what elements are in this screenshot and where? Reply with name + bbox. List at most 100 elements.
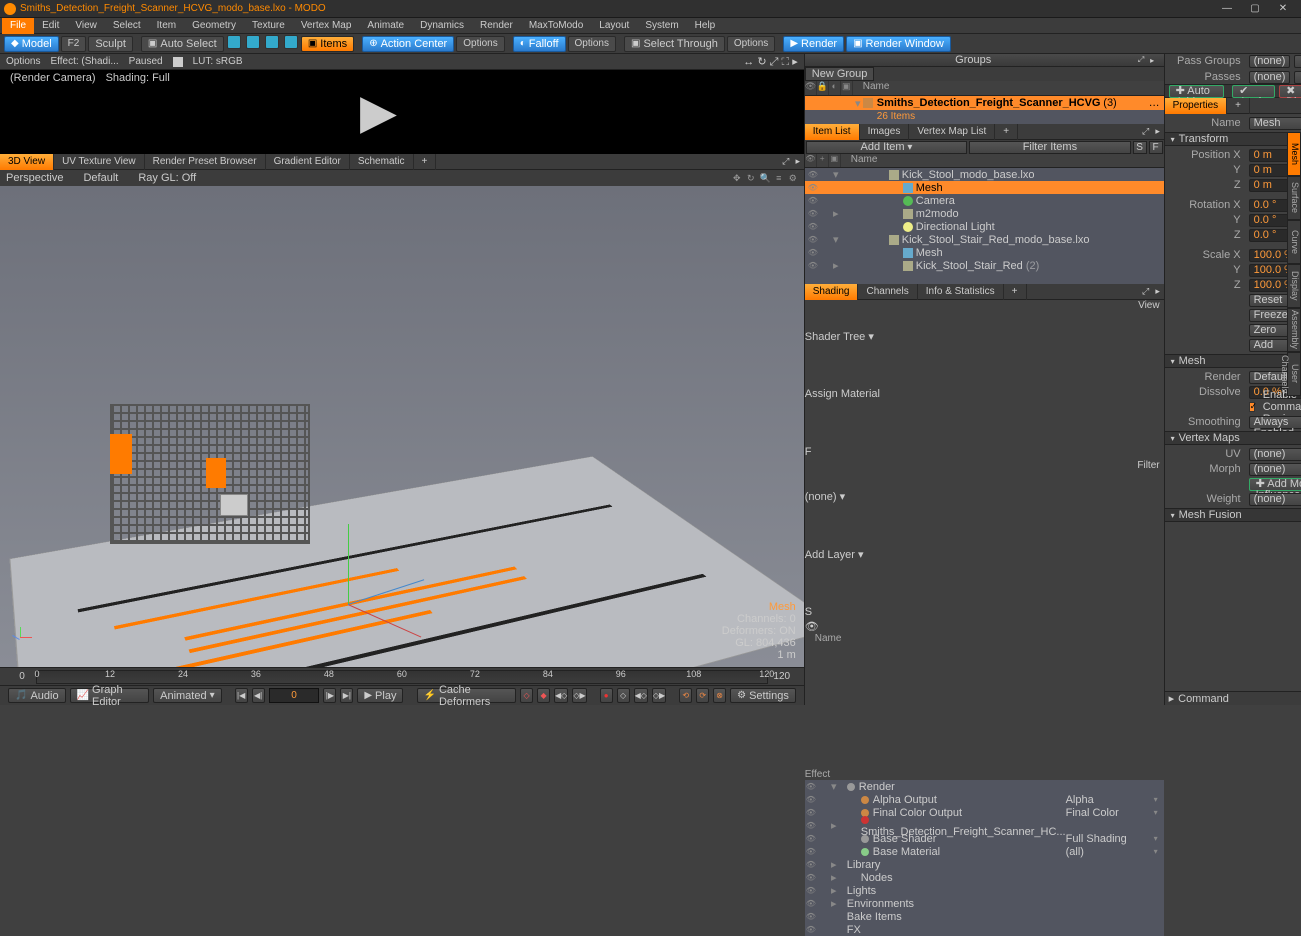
item-row[interactable]: 👁Mesh: [805, 181, 1164, 194]
filter-items-button[interactable]: Filter Items: [969, 141, 1130, 154]
timeline-scale[interactable]: 0 12 24 36 48 60 72 84 96 108 120: [36, 670, 768, 684]
viewport-raygl[interactable]: Ray GL: Off: [138, 172, 196, 184]
sidetab-surface[interactable]: Surface: [1287, 176, 1301, 220]
auto-key-icon[interactable]: ◇: [617, 688, 630, 703]
layer-s-button[interactable]: S: [805, 606, 1164, 620]
key-prev-icon[interactable]: ◀◇: [554, 688, 568, 703]
timeline-start[interactable]: 0: [8, 671, 36, 682]
record-icon[interactable]: ●: [600, 688, 613, 703]
sculpt-mode-button[interactable]: Sculpt: [88, 36, 133, 52]
tab-render-preset[interactable]: Render Preset Browser: [145, 154, 266, 170]
key-icon-2[interactable]: ◆: [537, 688, 550, 703]
shade-row[interactable]: 👁Base Material(all)▾: [805, 845, 1164, 858]
shading-popout-icon[interactable]: ⤢: [1140, 286, 1152, 297]
vp-gear-icon[interactable]: ⚙: [788, 173, 798, 183]
tab-gradient-editor[interactable]: Gradient Editor: [266, 154, 350, 170]
shading-menu-icon[interactable]: ▸: [1152, 286, 1164, 297]
shader-tree-dropdown[interactable]: Shader Tree ▾: [805, 330, 1164, 388]
link-icon-2[interactable]: ⟳: [696, 688, 709, 703]
menu-animate[interactable]: Animate: [359, 18, 412, 34]
discard-button[interactable]: ✖ Discard: [1279, 85, 1301, 98]
options-button-3[interactable]: Options: [727, 36, 775, 52]
shade-row[interactable]: 👁Base ShaderFull Shading▾: [805, 832, 1164, 845]
col-sel-icon[interactable]: ◐: [829, 81, 841, 95]
shade-row[interactable]: 👁▾Render: [805, 780, 1164, 793]
add-morph-button[interactable]: ✚ Add Morph Influence: [1249, 478, 1301, 491]
pass-groups-new[interactable]: New: [1294, 55, 1301, 68]
menu-vertexmap[interactable]: Vertex Map: [293, 18, 360, 34]
vp-zoom-icon[interactable]: 🔍: [760, 173, 770, 183]
col-vis-icon[interactable]: 👁: [805, 81, 817, 95]
tab-3d-view[interactable]: 3D View: [0, 154, 54, 170]
add-layer-button[interactable]: Add Layer ▾: [805, 548, 1164, 606]
sidetab-curve[interactable]: Curve: [1287, 220, 1301, 264]
graph-editor-button[interactable]: 📈 Graph Editor: [70, 688, 150, 703]
link-icon-3[interactable]: ⊗: [713, 688, 726, 703]
filter-f-button[interactable]: F: [1149, 141, 1163, 154]
material-mode-icon[interactable]: [284, 35, 298, 49]
transform-section[interactable]: ▾Transform: [1165, 132, 1301, 146]
shade-row[interactable]: 👁▸Smiths_Detection_Freight_Scanner_HC...: [805, 819, 1164, 832]
key-next-icon[interactable]: ◇▶: [572, 688, 586, 703]
menu-geometry[interactable]: Geometry: [184, 18, 244, 34]
icon-move[interactable]: ↔: [743, 56, 754, 68]
menu-help[interactable]: Help: [687, 18, 724, 34]
preview-paused[interactable]: Paused: [129, 56, 163, 67]
groups-popout-icon[interactable]: ⤢: [1136, 55, 1147, 65]
step-back-icon[interactable]: ◀|: [252, 688, 265, 703]
col-lock-icon[interactable]: 🔒: [817, 81, 829, 95]
menu-file[interactable]: File: [2, 18, 34, 34]
preview-lut[interactable]: LUT: sRGB: [193, 56, 243, 67]
menu-view[interactable]: View: [67, 18, 105, 34]
group-row[interactable]: ▾ Smiths_Detection_Freight_Scanner_HCVG …: [805, 96, 1164, 110]
render-button[interactable]: ▶ Render: [783, 36, 844, 52]
sidetab-assembly[interactable]: Assembly: [1287, 308, 1301, 352]
assign-f-button[interactable]: F: [805, 446, 1164, 460]
preview-toggle-icon[interactable]: [173, 57, 183, 67]
goto-end-icon[interactable]: ▶|: [340, 688, 353, 703]
settings-button[interactable]: ⚙ Settings: [730, 688, 796, 703]
shade-row[interactable]: 👁▸Lights: [805, 884, 1164, 897]
passes-field[interactable]: (none): [1249, 71, 1291, 84]
menu-item[interactable]: Item: [149, 18, 184, 34]
filter-dropdown[interactable]: (none) ▾: [805, 490, 1164, 548]
tab-info-stats[interactable]: Info & Statistics: [918, 284, 1004, 300]
maximize-button[interactable]: ▢: [1241, 1, 1269, 17]
link-icon-1[interactable]: ⟲: [679, 688, 692, 703]
item-row[interactable]: 👁Mesh: [805, 246, 1164, 259]
itemlist-menu-icon[interactable]: ▸: [1152, 126, 1164, 137]
menu-render[interactable]: Render: [472, 18, 521, 34]
render-preview[interactable]: (Render Camera) Shading: Full ▶: [0, 70, 804, 154]
col-color-icon[interactable]: ▣: [841, 81, 853, 95]
vp-move-icon[interactable]: ✥: [732, 173, 742, 183]
viewport-projection[interactable]: Perspective: [6, 172, 63, 184]
sidetab-display[interactable]: Display: [1287, 264, 1301, 308]
shade-row[interactable]: 👁Bake Items: [805, 910, 1164, 923]
key-mode-prev-icon[interactable]: ◀◇: [634, 688, 648, 703]
ecr-checkbox[interactable]: [1249, 402, 1255, 412]
tab-add[interactable]: +: [414, 154, 437, 170]
mesh-fusion-section[interactable]: ▾Mesh Fusion: [1165, 508, 1301, 522]
menu-system[interactable]: System: [637, 18, 686, 34]
item-row[interactable]: 👁Camera: [805, 194, 1164, 207]
tab-popout-icon[interactable]: ⤢: [780, 156, 792, 167]
falloff-button[interactable]: ◐ Falloff: [513, 36, 566, 52]
icon-expand[interactable]: ⛶: [781, 56, 789, 68]
minimize-button[interactable]: —: [1213, 1, 1241, 17]
preview-effect[interactable]: Effect: (Shadi...: [50, 56, 118, 67]
itemlist-popout-icon[interactable]: ⤢: [1140, 126, 1152, 137]
tab-shading-add[interactable]: +: [1004, 284, 1027, 300]
f2-button[interactable]: F2: [61, 36, 87, 52]
close-button[interactable]: ✕: [1269, 1, 1297, 17]
menu-select[interactable]: Select: [105, 18, 149, 34]
edge-mode-icon[interactable]: [246, 35, 260, 49]
il-color-icon[interactable]: ▣: [829, 154, 841, 167]
auto-add-button[interactable]: ✚ Auto Add: [1169, 85, 1225, 98]
tab-schematic[interactable]: Schematic: [350, 154, 414, 170]
vertex-maps-section[interactable]: ▾Vertex Maps: [1165, 431, 1301, 445]
item-row[interactable]: 👁Directional Light: [805, 220, 1164, 233]
icon-refresh[interactable]: ↻: [757, 56, 766, 68]
shade-row[interactable]: 👁Alpha OutputAlpha▾: [805, 793, 1164, 806]
select-through-button[interactable]: ▣ Select Through: [624, 36, 725, 52]
tab-shading[interactable]: Shading: [805, 284, 859, 300]
